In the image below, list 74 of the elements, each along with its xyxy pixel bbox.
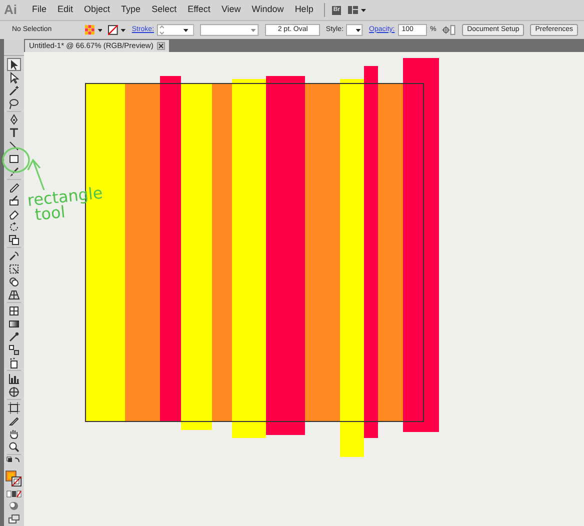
recolor-icon[interactable] — [442, 25, 456, 35]
brush-icon — [8, 166, 20, 178]
tool-button[interactable] — [7, 343, 21, 356]
rectangle-icon — [8, 152, 20, 164]
bar-graph-icon — [8, 372, 20, 384]
fill-swatch[interactable] — [84, 25, 102, 35]
shape-builder-icon — [8, 276, 20, 288]
layout-menu-icon[interactable] — [348, 5, 366, 15]
hand-icon — [8, 428, 20, 440]
tool-button[interactable] — [7, 401, 21, 414]
color-mode-icon[interactable] — [6, 490, 22, 498]
menu-item[interactable]: Edit — [58, 3, 74, 17]
tool-button[interactable] — [7, 440, 21, 453]
artboard-icon — [8, 402, 20, 414]
wand-icon — [8, 84, 20, 96]
arrow-icon — [8, 72, 20, 84]
menu-item[interactable]: Object — [84, 3, 110, 17]
tool-button[interactable] — [7, 372, 21, 385]
warp-icon — [8, 250, 20, 262]
close-icon[interactable] — [157, 42, 166, 50]
menu-item[interactable]: Effect — [188, 3, 210, 17]
pencil-icon — [8, 182, 20, 194]
perspective-grid-icon — [8, 288, 20, 300]
tool-button[interactable] — [7, 249, 21, 262]
tool-button[interactable] — [7, 233, 21, 246]
tool-button[interactable] — [7, 194, 21, 207]
spray-icon — [8, 356, 20, 368]
tool-button[interactable] — [7, 84, 21, 97]
menu-item[interactable]: Select — [152, 3, 177, 17]
menu-item[interactable]: Help — [294, 3, 314, 17]
style-dropdown[interactable] — [346, 24, 364, 36]
fill-stroke-swatch[interactable] — [5, 470, 23, 488]
tool-button[interactable] — [7, 97, 21, 110]
menu-item[interactable]: File — [32, 3, 47, 17]
pen-icon — [8, 114, 20, 126]
menu-item[interactable]: Type — [121, 3, 141, 17]
scale-icon — [8, 234, 20, 246]
stroke-weight-field[interactable] — [157, 24, 194, 36]
tool-button[interactable] — [7, 181, 21, 194]
screen-mode-icon[interactable] — [7, 514, 21, 524]
lasso-icon — [8, 98, 20, 110]
tool-button[interactable] — [7, 152, 21, 165]
tool-button[interactable] — [7, 275, 21, 288]
tool-button[interactable] — [7, 288, 21, 301]
tool-button[interactable] — [7, 304, 21, 317]
menu-item[interactable]: View — [221, 3, 241, 17]
stroke-swatch[interactable] — [108, 25, 126, 35]
tool-button[interactable] — [7, 262, 21, 275]
rotate-icon — [8, 220, 20, 232]
eraser-icon — [8, 208, 20, 220]
gradient-icon — [8, 318, 20, 330]
selection-arrow-icon — [8, 58, 20, 70]
app-logo: Ai — [4, 1, 17, 20]
mesh-icon — [8, 304, 20, 316]
draw-mode-icon[interactable] — [7, 500, 21, 512]
blend-icon — [8, 344, 20, 356]
blob-brush-icon — [8, 194, 20, 206]
tool-button[interactable] — [7, 58, 21, 71]
tool-button[interactable] — [7, 126, 21, 139]
type-icon — [8, 126, 20, 138]
tool-button[interactable] — [7, 139, 21, 152]
line-icon — [8, 140, 20, 152]
tool-button[interactable] — [7, 385, 21, 398]
ring-outline — [2, 147, 30, 173]
tool-button[interactable] — [7, 220, 21, 233]
tool-button[interactable] — [7, 165, 21, 178]
free-transform-icon — [8, 262, 20, 274]
crosshair-icon — [8, 386, 20, 398]
tool-button[interactable] — [7, 427, 21, 440]
zoom-icon — [8, 440, 20, 452]
menu-item[interactable]: Window — [252, 3, 284, 17]
eyedropper-icon — [8, 330, 20, 342]
tool-button[interactable] — [7, 330, 21, 343]
knife-icon — [8, 414, 20, 426]
